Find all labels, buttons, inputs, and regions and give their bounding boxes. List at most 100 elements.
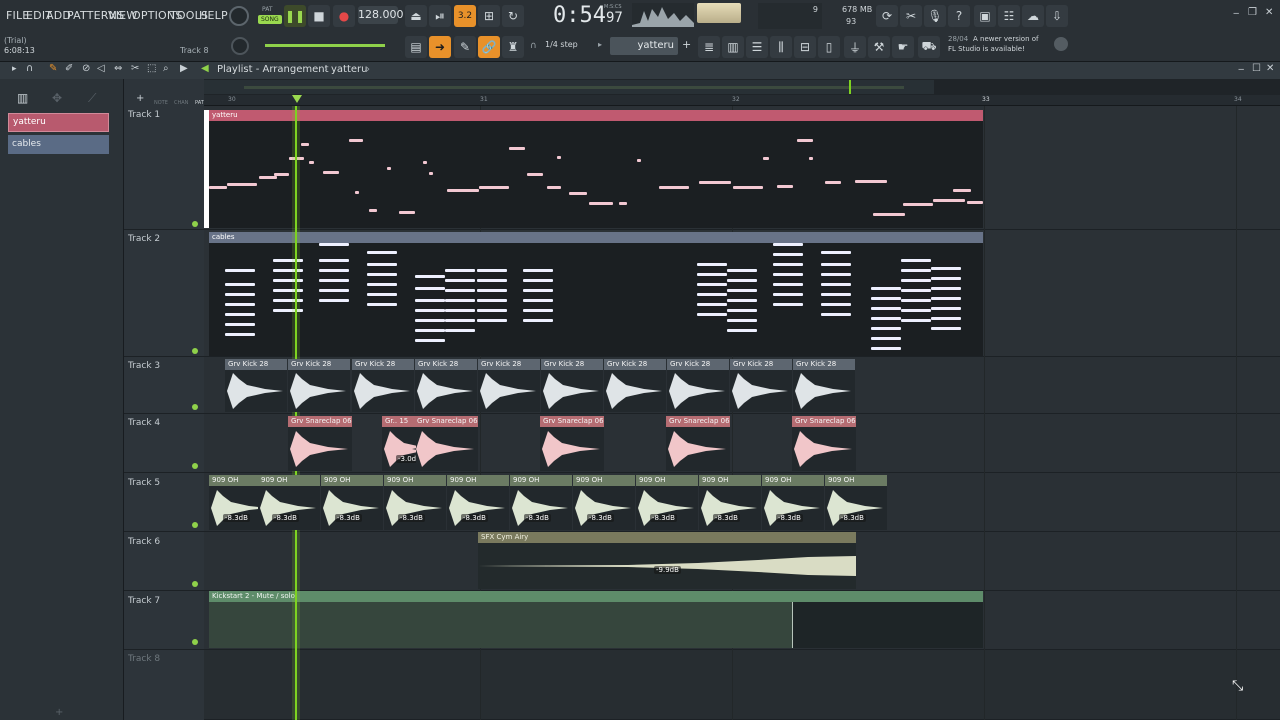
zoom-tool-icon[interactable]: ⌕ <box>163 63 169 74</box>
master-pitch-knob[interactable] <box>231 37 249 55</box>
playlist-overview[interactable] <box>204 80 934 94</box>
snare-clip[interactable]: Grv Snareclap 06 <box>540 416 604 471</box>
brush-icon[interactable]: ⟋ <box>88 91 96 106</box>
wait-input-button[interactable]: ⏯ <box>429 5 451 27</box>
track-header-7[interactable]: Track 7 <box>124 591 204 650</box>
track-3-mute-icon[interactable] <box>192 404 198 410</box>
kick-clip[interactable]: Grv Kick 28 <box>793 359 855 412</box>
slice-tool-icon[interactable]: ✂ <box>131 63 139 74</box>
arrangement-grid[interactable]: yatteru cables SFX Cym Airy -9.9dB Kicks… <box>204 106 1280 720</box>
kick-clip[interactable]: Grv Kick 28 <box>352 359 414 412</box>
clip-cym[interactable]: SFX Cym Airy -9.9dB <box>478 532 856 589</box>
hat-clip[interactable]: 909 OH -8.3dB <box>825 475 887 530</box>
magnet-snap-icon[interactable]: ∩ <box>26 63 33 74</box>
clip-automation[interactable]: Kickstart 2 - Mute / solo <box>209 591 983 648</box>
update-icon[interactable] <box>1054 37 1068 51</box>
snare-clip[interactable]: Grv Snareclap 06 <box>288 416 352 471</box>
window-close-icon[interactable]: ✕ <box>1265 7 1273 18</box>
playlist-close-icon[interactable]: ✕ <box>1266 63 1274 74</box>
track-header-1[interactable]: Track 1 <box>124 106 204 230</box>
news-line-2[interactable]: FL Studio is available! <box>948 45 1025 53</box>
plugin-button[interactable]: ⏚ <box>844 36 866 58</box>
paint-tool-icon[interactable]: ✐ <box>65 63 73 74</box>
mode-song[interactable]: SONG <box>258 15 282 24</box>
pattern-selector[interactable]: yatteru <box>610 37 678 55</box>
hat-clip[interactable]: 909 OH -8.3dB <box>447 475 509 530</box>
shop-button[interactable]: ⛟ <box>918 36 940 58</box>
loop-record-button[interactable]: ↻ <box>502 5 524 27</box>
tempo-display[interactable]: 128.000 <box>358 6 404 24</box>
mute-tool-icon[interactable]: ◁ <box>97 63 105 74</box>
hat-clip[interactable]: 909 OH -8.3dB <box>636 475 698 530</box>
window-minimize-icon[interactable]: ‒ <box>1233 8 1239 19</box>
pause-button[interactable]: ❚❚ <box>284 5 306 27</box>
track-header-6[interactable]: Track 6 <box>124 532 204 591</box>
track-1-mute-icon[interactable] <box>192 221 198 227</box>
track-header-8[interactable]: Track 8 <box>124 650 204 720</box>
playlist-maximize-icon[interactable]: ☐ <box>1252 63 1261 74</box>
delete-tool-icon[interactable]: ⊘ <box>82 63 90 74</box>
clip-yatteru[interactable]: yatteru <box>209 110 983 228</box>
hat-clip[interactable]: 909 OH -8.3dB <box>762 475 824 530</box>
hat-clip[interactable]: 909 OH -8.3dB <box>258 475 320 530</box>
playlist-minimize-icon[interactable]: ‒ <box>1238 64 1244 75</box>
track-4-mute-icon[interactable] <box>192 463 198 469</box>
playback-tool-icon[interactable]: ▶ <box>180 63 188 74</box>
pattern-item-cables[interactable]: cables <box>8 135 109 154</box>
touch-button[interactable]: ☛ <box>892 36 914 58</box>
kick-clip[interactable]: Grv Kick 28 <box>415 359 477 412</box>
magnet-icon[interactable]: ∩ <box>530 41 537 51</box>
kick-clip[interactable]: Grv Kick 28 <box>288 359 350 412</box>
browser-button[interactable]: ⊟ <box>794 36 816 58</box>
playhead-line[interactable] <box>295 106 297 720</box>
save-button[interactable]: ▣ <box>974 5 996 27</box>
project-button[interactable]: ▯ <box>818 36 840 58</box>
snap-step-select[interactable]: 1/4 step <box>545 40 578 49</box>
playlist-button[interactable]: ≣ <box>698 36 720 58</box>
kick-clip[interactable]: Grv Kick 28 <box>541 359 603 412</box>
track-5-mute-icon[interactable] <box>192 522 198 528</box>
hat-clip[interactable]: 909 OH -8.3dB <box>573 475 635 530</box>
add-track-icon[interactable]: + <box>55 707 63 718</box>
track-header-4[interactable]: Track 4 <box>124 414 204 473</box>
add-instrument-icon[interactable]: ✥ <box>52 91 62 105</box>
track-lane-8[interactable] <box>204 650 1280 720</box>
timeline-ruler[interactable]: 30 31 32 33 34 <box>204 95 1280 106</box>
undo-history-button[interactable]: ⟳ <box>876 5 898 27</box>
chat-button[interactable]: ☁ <box>1022 5 1044 27</box>
record-button[interactable]: ● <box>333 5 355 27</box>
record-audio-button[interactable]: 🎙 <box>924 5 946 27</box>
master-volume-slider[interactable] <box>265 44 385 47</box>
track-lane-4[interactable] <box>204 414 1280 473</box>
channel-rack-button[interactable]: ☰ <box>746 36 768 58</box>
arrow-tool-button[interactable]: ➜ <box>429 36 451 58</box>
tools-button[interactable]: ⚒ <box>868 36 890 58</box>
news-line-1[interactable]: A newer version of <box>973 35 1039 43</box>
track-2-mute-icon[interactable] <box>192 348 198 354</box>
hat-clip[interactable]: 909 OH -8.3dB <box>384 475 446 530</box>
help-button[interactable]: ? <box>948 5 970 27</box>
breadcrumb[interactable]: yatteru <box>331 64 368 75</box>
kick-clip[interactable]: Grv Kick 28 <box>730 359 792 412</box>
menu-help[interactable]: HELP <box>199 9 228 22</box>
cut-button[interactable]: ✂ <box>900 5 922 27</box>
snare-clip[interactable]: Grv Snareclap 06 <box>792 416 856 471</box>
piano-roll-button[interactable]: ▤ <box>405 36 427 58</box>
track-header-5[interactable]: Track 5 <box>124 473 204 532</box>
piano-roll-view-button[interactable]: ▥ <box>722 36 744 58</box>
slip-tool-icon[interactable]: ⇔ <box>114 63 122 74</box>
mixer-button[interactable]: ☷ <box>998 5 1020 27</box>
mode-pat[interactable]: PAT <box>262 6 273 13</box>
select-tool-icon[interactable]: ⬚ <box>147 63 156 74</box>
master-volume-knob[interactable] <box>229 6 249 26</box>
stamp-tool-button[interactable]: ♜ <box>502 36 524 58</box>
mixer-view-button[interactable]: ⫼ <box>770 36 792 58</box>
pattern-prev-icon[interactable]: ▸ <box>598 40 602 49</box>
brush-tool-button[interactable]: ✎ <box>454 36 476 58</box>
clip-cables[interactable]: cables <box>209 232 983 356</box>
blend-notes-button[interactable]: ⊞ <box>478 5 500 27</box>
draw-tool-icon[interactable]: ✎ <box>49 63 57 74</box>
hat-clip[interactable]: 909 OH -8.3dB <box>699 475 761 530</box>
add-pattern-icon[interactable]: + <box>682 38 691 51</box>
hat-clip[interactable]: 909 OH -8.3dB <box>510 475 572 530</box>
